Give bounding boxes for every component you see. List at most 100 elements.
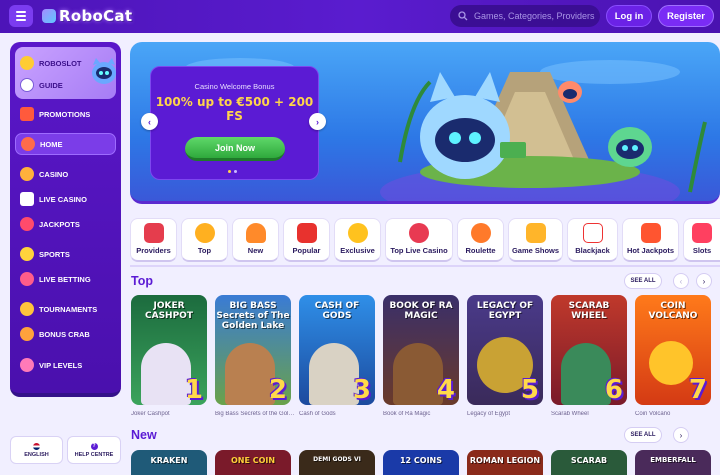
game-name: Coin Volcano — [635, 411, 671, 417]
home-icon — [21, 137, 35, 151]
search-input[interactable] — [474, 11, 599, 21]
top-icon — [194, 223, 215, 243]
language-button[interactable]: ENGLISH — [10, 436, 63, 464]
sidebar-item-live-casino[interactable]: Live Casino — [15, 188, 116, 210]
top-next-arrow[interactable]: › — [696, 273, 712, 289]
coin-icon — [20, 56, 34, 70]
bonus-title: 100% up to €500 + 200 FS — [155, 95, 314, 123]
live-casino-icon — [409, 223, 429, 243]
game-card-coin-volcano[interactable]: COIN VOLCANO 7 — [635, 295, 711, 405]
sidebar-item-jackpots[interactable]: Jackpots — [15, 213, 116, 235]
sidebar-item-promotions[interactable]: Promotions — [15, 103, 116, 125]
game-name: Cash of Gods — [299, 411, 336, 417]
carousel-dots[interactable] — [228, 170, 237, 173]
game-card-new[interactable]: EMBERFALL — [635, 450, 711, 475]
sidebar-promo-card: Roboslot Guide — [15, 47, 116, 99]
join-now-button[interactable]: Join Now — [185, 137, 285, 161]
game-name: Joker Cashpot — [131, 411, 170, 417]
sidebar-item-live-betting[interactable]: Live Betting — [15, 268, 116, 290]
game-card-new[interactable]: DEMI GODS VI — [299, 450, 375, 475]
game-name: Book of Ra Magic — [383, 411, 431, 417]
category-exclusive[interactable]: Exclusive — [334, 218, 381, 262]
bonus-eyebrow: Casino Welcome Bonus — [194, 82, 275, 91]
sidebar-item-home[interactable]: Home — [15, 133, 116, 155]
slot-icon — [20, 167, 34, 181]
live-icon — [20, 272, 34, 286]
game-card-scarab-wheel[interactable]: SCARAB WHEEL 6 — [551, 295, 627, 405]
welcome-bonus-card: Casino Welcome Bonus 100% up to €500 + 2… — [150, 66, 319, 180]
top-see-all-button[interactable]: SEE ALL — [624, 273, 662, 289]
robot-mascot-icon — [92, 58, 116, 84]
login-button[interactable]: Log in — [606, 5, 652, 27]
section-title-new: New — [131, 428, 157, 442]
gift-icon — [20, 107, 34, 121]
providers-icon — [143, 223, 164, 243]
sidebar-item-vip-levels[interactable]: VIP Levels — [15, 354, 116, 376]
top-prev-arrow[interactable]: ‹ — [673, 273, 689, 289]
game-card-new[interactable]: ONE COIN — [215, 450, 291, 475]
game-name: Scarab Wheel — [551, 411, 589, 417]
new-next-arrow[interactable]: › — [673, 427, 689, 443]
menu-button[interactable] — [9, 5, 33, 27]
exclusive-icon — [347, 223, 368, 243]
search-bar[interactable] — [450, 5, 600, 27]
blackjack-icon — [582, 223, 603, 243]
star-icon — [296, 223, 317, 243]
category-roulette[interactable]: Roulette — [457, 218, 504, 262]
hero-prev-arrow[interactable]: ‹ — [141, 113, 158, 130]
game-art — [141, 343, 191, 405]
category-new[interactable]: New — [232, 218, 279, 262]
sidebar-item-tournaments[interactable]: Tournaments — [15, 298, 116, 320]
category-blackjack[interactable]: Blackjack — [567, 218, 618, 262]
hero-next-arrow[interactable]: › — [309, 113, 326, 130]
game-card-joker-cashpot[interactable]: JOKER CASHPOT 1 — [131, 295, 207, 405]
jackpot-icon — [20, 217, 34, 231]
game-art — [393, 343, 443, 405]
game-card-new[interactable]: KRAKEN — [131, 450, 207, 475]
vip-icon — [20, 358, 34, 372]
category-providers[interactable]: Providers — [130, 218, 177, 262]
logo[interactable]: RoboCat — [42, 5, 132, 27]
hot-jackpots-icon — [640, 223, 661, 243]
search-icon — [458, 11, 468, 21]
game-shows-icon — [525, 223, 546, 243]
game-card-big-bass[interactable]: BIG BASS Secrets of The Golden Lake 2 — [215, 295, 291, 405]
game-name: Big Bass Secrets of the Golden Lake — [215, 411, 295, 417]
sidebar-item-sports[interactable]: Sports — [15, 243, 116, 265]
category-bar: Providers Top New Popular Exclusive Top … — [130, 218, 720, 262]
help-centre-button[interactable]: ? HELP CENTRE — [67, 436, 121, 464]
game-card-new[interactable]: 12 COINS — [383, 450, 459, 475]
trophy-icon — [20, 302, 34, 316]
section-title-top: Top — [131, 274, 153, 288]
guide-icon — [20, 78, 34, 92]
category-game-shows[interactable]: Game Shows — [508, 218, 563, 262]
category-top[interactable]: Top — [181, 218, 228, 262]
help-icon: ? — [90, 442, 98, 450]
sidebar-item-bonus-crab[interactable]: Bonus Crab — [15, 323, 116, 345]
game-card-new[interactable]: ROMAN LEGION — [467, 450, 543, 475]
crab-icon — [20, 327, 34, 341]
cards-icon — [20, 192, 34, 206]
new-see-all-button[interactable]: SEE ALL — [624, 427, 662, 443]
slots-icon — [692, 223, 712, 243]
register-button[interactable]: Register — [658, 5, 714, 27]
game-name: Legacy of Egypt — [467, 411, 511, 417]
bell-icon — [245, 223, 266, 243]
game-card-new[interactable]: SCARAB — [551, 450, 627, 475]
robocat-logo-icon — [42, 9, 56, 23]
top-header: RoboCat Log in Register — [0, 0, 720, 33]
game-art — [649, 341, 693, 385]
sidebar-item-casino[interactable]: Casino — [15, 163, 116, 185]
category-slots[interactable]: Slots — [683, 218, 720, 262]
category-hot-jackpots[interactable]: Hot Jackpots — [622, 218, 679, 262]
game-art — [309, 343, 359, 405]
category-popular[interactable]: Popular — [283, 218, 330, 262]
game-card-book-of-ra-magic[interactable]: BOOK OF RA MAGIC 4 — [383, 295, 459, 405]
category-top-live-casino[interactable]: Top Live Casino — [385, 218, 453, 262]
game-card-cash-of-gods[interactable]: CASH OF GODS 3 — [299, 295, 375, 405]
uk-flag-icon — [33, 442, 40, 450]
game-art — [561, 343, 611, 405]
ball-icon — [20, 247, 34, 261]
category-divider — [130, 265, 720, 267]
game-card-legacy-of-egypt[interactable]: LEGACY OF EGYPT 5 — [467, 295, 543, 405]
